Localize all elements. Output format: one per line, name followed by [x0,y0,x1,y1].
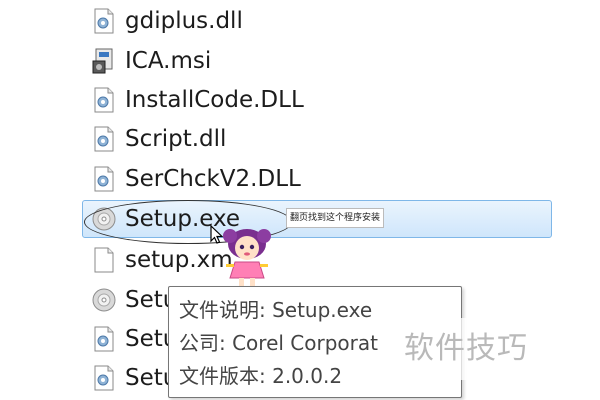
file-row-installcode-dll[interactable]: InstallCode.DLL [82,81,552,119]
tooltip-description: 文件说明: Setup.exe [179,298,373,322]
file-row-script-dll[interactable]: Script.dll [82,120,552,158]
tooltip-company: 公司: Corel Corporat [179,331,378,355]
dll-file-icon [91,324,117,354]
file-row-ica-msi[interactable]: ICA.msi [82,42,552,80]
file-row-serchckv2-dll[interactable]: SerChckV2.DLL [82,160,552,198]
file-name: ICA.msi [125,48,212,74]
annotation-callout: 翻页找到这个程序安装 [286,208,385,228]
watermark-text: 软件技巧 [400,318,556,380]
file-row-setup-xml[interactable]: setup.xm [82,241,552,279]
dll-file-icon [91,164,117,194]
blank-file-icon [91,245,117,275]
file-row-gdiplus-dll[interactable]: gdiplus.dll [82,2,552,40]
dll-file-icon [91,363,117,393]
dll-file-icon [91,124,117,154]
file-name: InstallCode.DLL [125,87,304,113]
tooltip-version: 文件版本: 2.0.0.2 [179,364,343,388]
right-margin [552,0,600,400]
dll-file-icon [91,85,117,115]
file-name: setup.xm [125,247,233,273]
dll-file-icon [91,6,117,36]
msi-installer-icon [91,46,117,76]
file-name: SerChckV2.DLL [125,166,301,192]
disc-setup-icon [91,285,117,315]
file-name: Script.dll [125,126,227,152]
cartoon-girl-icon [223,229,271,287]
file-name: gdiplus.dll [125,8,243,34]
